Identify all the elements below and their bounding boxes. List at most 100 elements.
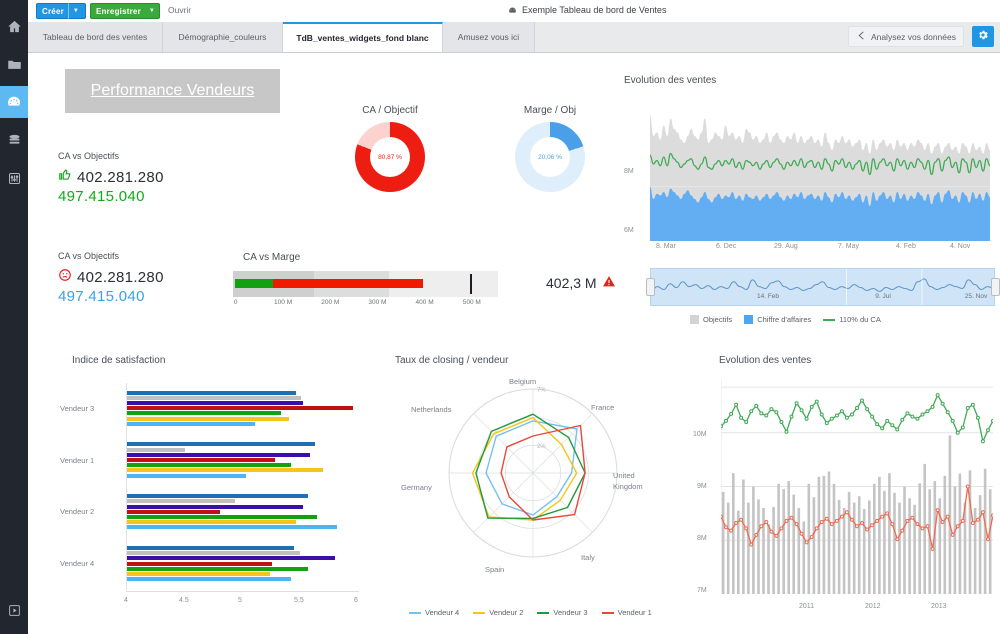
donut-gauge: 20,06 % <box>515 122 585 192</box>
axis-tick: 400 M <box>415 299 434 306</box>
bar[interactable] <box>127 520 297 525</box>
legend-item-objectifs[interactable]: Objectifs <box>690 315 732 324</box>
radar-chart-taux-de-closing: Taux de closing / vendeur 7% 2% Belgium F… <box>373 355 693 625</box>
bar[interactable] <box>127 411 282 416</box>
donut-center: 20,06 % <box>530 137 570 177</box>
legend-item-chiffre-daffaires[interactable]: Chiffre d'affaires <box>744 315 811 324</box>
legend-label: Chiffre d'affaires <box>757 315 812 324</box>
dashboard-canvas: Performance Vendeurs CA vs Objectifs 402… <box>28 53 1000 634</box>
bar[interactable] <box>127 442 315 447</box>
legend-item-vendeur-1[interactable]: Vendeur 1 <box>601 608 652 617</box>
tab-amusez-vous-ici[interactable]: Amusez vous ici <box>443 22 535 52</box>
create-button[interactable]: Créer ▼ <box>36 3 86 19</box>
donut-title: Marge / Obj <box>523 105 577 116</box>
svg-text:2%: 2% <box>537 444 546 450</box>
bar[interactable] <box>127 458 276 463</box>
save-button[interactable]: Enregistrer ▼ <box>90 3 160 19</box>
bar[interactable] <box>127 421 255 426</box>
legend-swatch-line <box>823 318 836 321</box>
donut-value: 80,87 % <box>378 153 402 161</box>
tab-tableau-de-bord-des-ventes[interactable]: Tableau de bord des ventes <box>28 22 163 52</box>
bar[interactable] <box>127 509 220 514</box>
bar[interactable] <box>127 401 304 406</box>
analyze-data-button[interactable]: Analysez vos données <box>847 26 964 47</box>
folder-icon <box>7 57 22 72</box>
bar-chart-indice-de-satisfaction: Indice de satisfaction Vendeur 3 Vendeur … <box>46 355 376 625</box>
legend-label: 110% du CA <box>839 315 881 324</box>
settings-button[interactable] <box>972 26 994 47</box>
legend-item-vendeur-2[interactable]: Vendeur 2 <box>473 608 523 617</box>
bar[interactable] <box>127 561 272 566</box>
legend-swatch <box>744 315 754 324</box>
radar-axis-label-germany: Germany <box>401 483 432 492</box>
svg-text:7%: 7% <box>537 388 546 394</box>
open-link[interactable]: Ouvrir <box>168 5 191 15</box>
legend-item-110-du-ca[interactable]: 110% du CA <box>823 315 881 324</box>
bar[interactable] <box>127 473 247 478</box>
x-axis-tick: 2011 <box>799 603 815 610</box>
navigator-handle-right[interactable] <box>991 278 1000 296</box>
bar[interactable] <box>127 566 308 571</box>
bar[interactable] <box>127 556 335 561</box>
chevron-left-icon <box>856 30 867 43</box>
legend-item-vendeur-3[interactable]: Vendeur 3 <box>537 608 588 617</box>
x-axis-tick: 5 <box>238 597 242 604</box>
sidebar-item-database[interactable] <box>0 124 28 156</box>
sidebar-item-sliders[interactable] <box>0 162 28 194</box>
bar[interactable] <box>127 395 301 400</box>
bar[interactable] <box>127 468 324 473</box>
axis-tick: 0 <box>233 299 238 306</box>
bar[interactable] <box>127 447 185 452</box>
axis-tick: 300 M <box>368 299 387 306</box>
donut-value: 20,06 % <box>538 153 562 161</box>
bar[interactable] <box>127 390 297 395</box>
sidebar-item-dashboard[interactable] <box>0 86 28 118</box>
x-axis-tick: 4. Nov <box>950 243 971 250</box>
tab-demographie-couleurs[interactable]: Démographie_couleurs <box>163 22 283 52</box>
bar[interactable] <box>127 499 235 504</box>
area-chart-legend: Objectifs Chiffre d'affaires 110% du CA <box>690 315 881 324</box>
bar[interactable] <box>127 545 295 550</box>
divider <box>67 3 69 19</box>
bar-chart-category-label: Vendeur 2 <box>60 507 95 517</box>
legend-item-vendeur-4[interactable]: Vendeur 4 <box>409 608 459 617</box>
bar[interactable] <box>127 494 308 499</box>
chart-title: Evolution des ventes <box>624 75 717 86</box>
dashboard-banner: Performance Vendeurs <box>65 69 280 113</box>
radar-axis-label-france: France <box>591 403 615 412</box>
play-icon <box>8 604 21 617</box>
bullet-chart-ca-vs-marge: CA vs Marge 0 100 M 200 M 300 M 400 M 50… <box>233 252 498 313</box>
bar[interactable] <box>127 504 304 509</box>
donut-title: CA / Objectif <box>362 105 418 116</box>
bar[interactable] <box>127 577 291 582</box>
bar[interactable] <box>127 525 337 530</box>
bar[interactable] <box>127 571 270 576</box>
toolbar: Créer ▼ Enregistrer ▼ Ouvrir Exemple Tab… <box>28 0 1000 22</box>
bar[interactable] <box>127 463 291 468</box>
x-axis-tick: 4. Feb <box>896 243 916 250</box>
bullet-target-marker <box>469 274 472 294</box>
sidebar-item-folder[interactable] <box>0 48 28 80</box>
y-axis-tick: 10M <box>693 431 707 438</box>
bar-chart-baseline <box>126 591 359 592</box>
bar[interactable] <box>127 416 290 421</box>
navigator-tick: 9. Jul <box>875 293 891 300</box>
tab-tdb-ventes-widgets-fond-blanc[interactable]: TdB_ventes_widgets_fond blanc <box>283 22 443 52</box>
range-navigator[interactable] <box>650 268 995 306</box>
sidebar-item-play[interactable] <box>0 594 28 626</box>
sidebar-item-home[interactable] <box>0 10 28 42</box>
navigator-handle-left[interactable] <box>646 278 655 296</box>
create-button-label: Créer <box>42 6 64 16</box>
kpi-value-row: 402.281.280 <box>58 268 164 287</box>
bar[interactable] <box>127 452 311 457</box>
document-title-text: Exemple Tableau de bord de Ventes <box>522 5 667 15</box>
bar[interactable] <box>127 551 300 556</box>
bar[interactable] <box>127 514 318 519</box>
banner-title: Performance Vendeurs <box>90 82 255 99</box>
bar[interactable] <box>127 406 354 411</box>
legend-swatch-line <box>537 611 550 614</box>
combo-chart-plot <box>721 379 993 594</box>
home-icon <box>7 19 22 34</box>
x-axis-tick: 6. Dec <box>716 243 737 250</box>
bullet-title: CA vs Marge <box>243 252 301 263</box>
